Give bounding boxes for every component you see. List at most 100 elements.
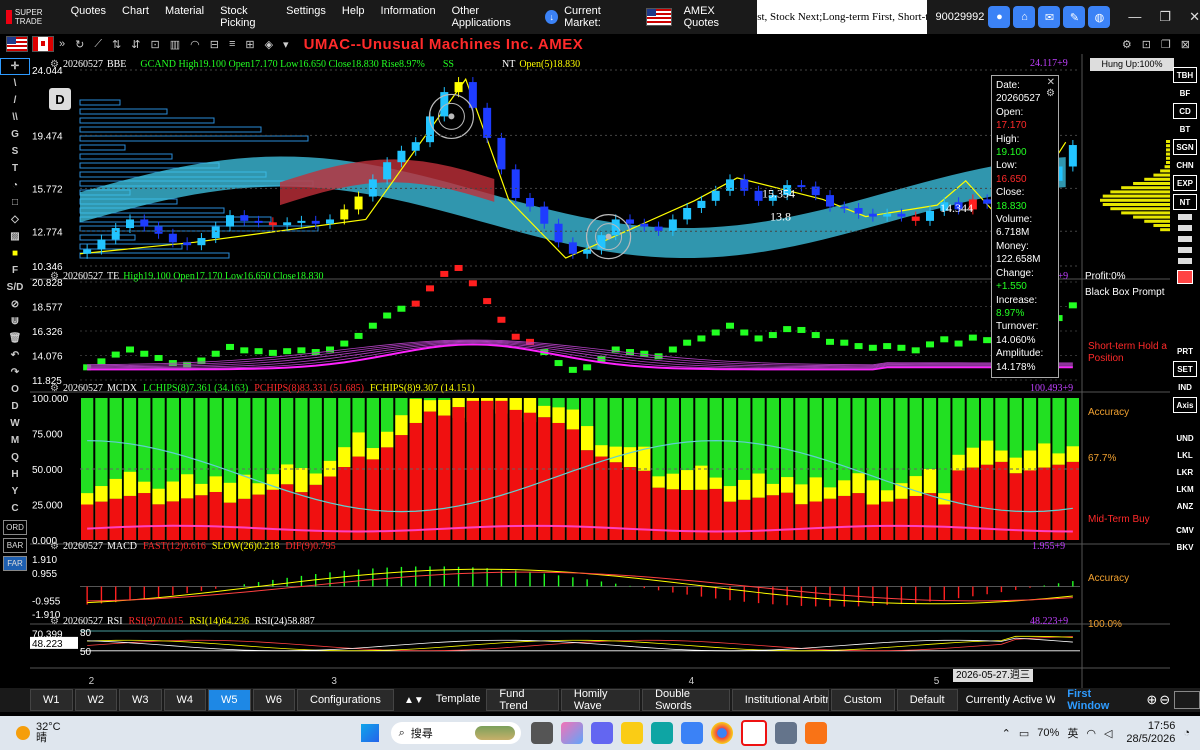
right-btn-exp[interactable]: EXP: [1173, 175, 1197, 191]
right-btn-bkv[interactable]: BKV: [1174, 540, 1196, 554]
info-gear-icon[interactable]: ⚙: [1046, 87, 1055, 100]
right-btn-bt[interactable]: BT: [1174, 122, 1196, 136]
clock[interactable]: 17:56 28/5/2026: [1126, 720, 1175, 746]
menu-item-settings[interactable]: Settings: [278, 5, 334, 29]
file-explorer-icon[interactable]: [620, 722, 643, 744]
right-btn-und[interactable]: UND: [1174, 431, 1196, 445]
sort-icon[interactable]: ▲▼: [404, 695, 424, 706]
us-flag-icon[interactable]: [645, 8, 672, 26]
left-tool-1[interactable]: \: [0, 75, 30, 92]
template-btn-template[interactable]: Template: [432, 689, 485, 709]
right-btn-sgn[interactable]: SGN: [1173, 139, 1197, 155]
expand-icon[interactable]: »: [59, 38, 65, 50]
chrome-app-icon[interactable]: [710, 722, 733, 744]
left-btn-bar[interactable]: BAR: [3, 538, 27, 553]
right-btn-cd[interactable]: CD: [1173, 103, 1197, 119]
left-tool-22[interactable]: M: [0, 432, 30, 449]
template-btn-double-swords[interactable]: Double Swords: [642, 688, 730, 712]
left-tool-17[interactable]: ↶: [0, 347, 30, 364]
trading-app-icon[interactable]: [740, 720, 767, 746]
panel-settings-gear-icon[interactable]: ⚙: [50, 59, 59, 70]
window-tab-w2[interactable]: W2: [74, 689, 117, 711]
edge-app-icon[interactable]: [650, 722, 673, 744]
left-tool-8[interactable]: □: [0, 194, 30, 211]
wifi-tray-icon[interactable]: ◠: [1086, 727, 1096, 740]
chart-icon[interactable]: ▥: [170, 38, 180, 51]
window-tab-w4[interactable]: W4: [163, 689, 206, 711]
left-tool-0[interactable]: ✛: [0, 58, 30, 75]
left-tool-13[interactable]: S/D: [0, 279, 30, 296]
notification-icon[interactable]: ◔: [1183, 727, 1190, 739]
left-tool-18[interactable]: ↷: [0, 364, 30, 381]
minimize-icon[interactable]: —: [1128, 9, 1141, 25]
right-btn-lkr[interactable]: LKR: [1174, 465, 1196, 479]
left-tool-19[interactable]: O: [0, 381, 30, 398]
us-market-flag-icon[interactable]: [6, 36, 28, 52]
compare-icon[interactable]: ⇅: [112, 38, 121, 51]
refresh-icon[interactable]: ↻: [75, 38, 84, 51]
left-tool-5[interactable]: S: [0, 143, 30, 160]
tray-chevron-icon[interactable]: ⌃: [1002, 727, 1011, 740]
left-tool-14[interactable]: ⊘: [0, 296, 30, 313]
left-tool-11[interactable]: ■: [0, 245, 30, 262]
left-tool-16[interactable]: 🗑: [0, 330, 30, 347]
teams-app-icon[interactable]: [590, 722, 613, 744]
right-btn-cmv[interactable]: CMV: [1174, 523, 1196, 537]
menu-item-other-applications[interactable]: Other Applications: [444, 5, 528, 29]
right-btn-nt[interactable]: NT: [1173, 194, 1197, 210]
restore-icon[interactable]: ❐: [1159, 9, 1171, 25]
menu-item-information[interactable]: Information: [373, 5, 444, 29]
left-tool-6[interactable]: T: [0, 160, 30, 177]
right-btn-lkm[interactable]: LKM: [1174, 482, 1196, 496]
left-tool-15[interactable]: ⋓: [0, 313, 30, 330]
right-btn-prt[interactable]: PRT: [1174, 344, 1196, 358]
right-tool-highlight-icon[interactable]: [1177, 270, 1193, 284]
widgets-app-icon[interactable]: [530, 722, 553, 744]
ime-label[interactable]: 英: [1067, 725, 1078, 741]
menu-item-stock-picking[interactable]: Stock Picking: [212, 5, 278, 29]
panel-restore-icon[interactable]: ❐: [1161, 38, 1171, 51]
left-tool-7[interactable]: ◔: [0, 177, 30, 194]
right-btn-chn[interactable]: CHN: [1174, 158, 1196, 172]
cloud-download-icon[interactable]: ↓: [545, 10, 559, 24]
window-tab-configurations[interactable]: Configurations: [297, 689, 394, 711]
left-tool-24[interactable]: H: [0, 466, 30, 483]
right-btn-tbh[interactable]: TBH: [1173, 67, 1197, 83]
store-app-icon[interactable]: [680, 722, 703, 744]
template-btn-custom[interactable]: Custom: [830, 689, 895, 711]
taskbar-search[interactable]: ⌕ 搜尋: [390, 722, 521, 744]
lines-icon[interactable]: ≡: [229, 38, 235, 50]
left-tool-2[interactable]: /: [0, 92, 30, 109]
left-tool-23[interactable]: Q: [0, 449, 30, 466]
dropdown-icon[interactable]: ▾: [283, 38, 289, 51]
rsi-settings-gear-icon[interactable]: ⚙: [50, 616, 59, 627]
te-settings-gear-icon[interactable]: ⚙: [50, 271, 59, 282]
panel-maximize-icon[interactable]: ⊡: [1142, 38, 1151, 51]
grid-icon[interactable]: ⊞: [245, 38, 254, 51]
first-window-link[interactable]: First Window: [1067, 688, 1130, 712]
user-icon[interactable]: ●: [988, 6, 1011, 28]
home-icon[interactable]: ⌂: [1013, 6, 1036, 28]
window-tab-w6[interactable]: W6: [252, 689, 295, 711]
window-tab-w3[interactable]: W3: [119, 689, 162, 711]
right-btn-bf[interactable]: BF: [1174, 86, 1196, 100]
left-btn-ord[interactable]: ORD: [3, 520, 27, 535]
template-btn-institutional-arbitra[interactable]: Institutional Arbitra: [731, 689, 829, 711]
globe-icon[interactable]: ◍: [1088, 6, 1111, 28]
left-btn-far[interactable]: FAR: [3, 556, 27, 571]
right-btn-anz[interactable]: ANZ: [1174, 499, 1196, 513]
start-icon[interactable]: [360, 724, 379, 742]
window-tab-w5[interactable]: W5: [208, 689, 251, 711]
left-tool-20[interactable]: D: [0, 398, 30, 415]
wifi-icon[interactable]: ◠: [190, 38, 200, 51]
panel-settings-icon[interactable]: ⚙: [1122, 38, 1132, 51]
trend-icon[interactable]: ⟋: [94, 38, 102, 51]
weather-icon[interactable]: [16, 726, 30, 740]
left-tool-25[interactable]: Y: [0, 483, 30, 500]
menu-item-help[interactable]: Help: [334, 5, 373, 29]
settings-app-icon[interactable]: [774, 722, 797, 744]
battery-icon[interactable]: ▭: [1019, 727, 1029, 740]
sublime-app-icon[interactable]: [804, 722, 827, 744]
briefcase-icon[interactable]: ⊟: [210, 38, 219, 51]
left-tool-12[interactable]: F: [0, 262, 30, 279]
